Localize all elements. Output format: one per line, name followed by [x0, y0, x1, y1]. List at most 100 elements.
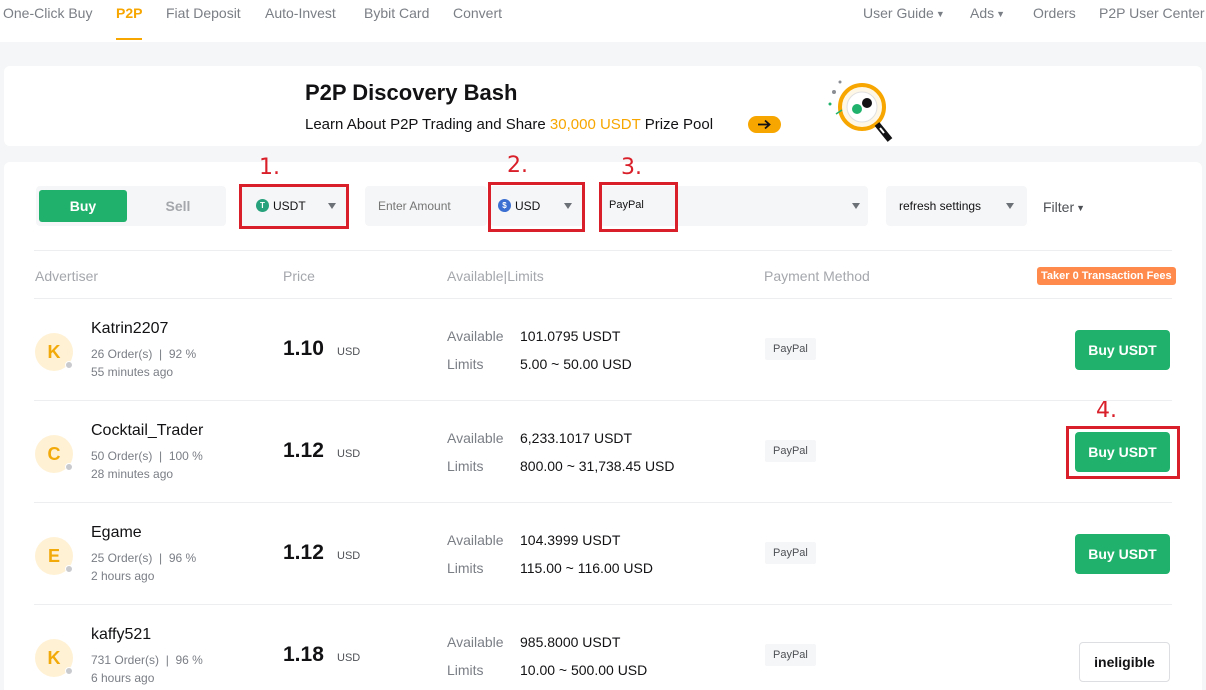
online-status-dot — [65, 565, 73, 573]
nav-user-guide-label: User Guide — [863, 5, 934, 21]
available-value: 985.8000 USDT — [520, 634, 621, 650]
available-label: Available — [447, 430, 504, 446]
nav-fiat-deposit[interactable]: Fiat Deposit — [166, 5, 241, 21]
order-count: 26 Order(s) — [91, 347, 153, 361]
limits-label: Limits — [447, 356, 484, 372]
nav-p2p[interactable]: P2P — [116, 5, 142, 21]
payment-method-tag: PayPal — [765, 644, 816, 666]
nav-user-guide[interactable]: User Guide ▼ — [863, 5, 945, 21]
banner-title: P2P Discovery Bash — [305, 80, 518, 105]
divider — [34, 604, 1172, 605]
buy-usdt-button[interactable]: Buy USDT — [1075, 330, 1170, 370]
available-value: 101.0795 USDT — [520, 328, 621, 344]
table-row: K Katrin2207 26 Order(s) | 92 % 55 minut… — [0, 300, 1206, 402]
available-value: 6,233.1017 USDT — [520, 430, 633, 446]
advertiser-stats: 26 Order(s) | 92 % — [91, 347, 197, 361]
advertiser-name[interactable]: kaffy521 — [91, 626, 151, 644]
avatar[interactable]: K — [35, 333, 73, 371]
ineligible-button[interactable]: ineligible — [1079, 642, 1170, 682]
order-count: 25 Order(s) — [91, 551, 153, 565]
annotation-box-1 — [239, 184, 349, 229]
advertiser-stats: 731 Order(s) | 96 % — [91, 653, 203, 667]
refresh-select-value: refresh settings — [899, 199, 982, 213]
online-status-dot — [65, 463, 73, 471]
avatar[interactable]: C — [35, 435, 73, 473]
divider — [34, 502, 1172, 503]
price-currency: USD — [337, 346, 361, 358]
banner-arrow-button[interactable] — [748, 116, 781, 133]
limits-label: Limits — [447, 662, 484, 678]
buy-sell-toggle: Buy Sell — [36, 186, 226, 226]
last-seen: 2 hours ago — [91, 569, 155, 583]
table-row: C Cocktail_Trader 50 Order(s) | 100 % 28… — [0, 402, 1206, 504]
buy-usdt-button[interactable]: Buy USDT — [1075, 534, 1170, 574]
chevron-down-icon: ▼ — [1076, 203, 1086, 213]
nav-ads-label: Ads — [970, 5, 995, 21]
header-payment-method: Payment Method — [764, 268, 870, 284]
completion-rate: 92 % — [168, 347, 197, 361]
annotation-label-2: 2. — [507, 153, 528, 178]
header-available-limits: Available|Limits — [447, 268, 544, 284]
avatar-initial: E — [47, 546, 60, 566]
price-value: 1.18 — [283, 643, 324, 666]
amount-input[interactable] — [365, 186, 487, 226]
buy-tab[interactable]: Buy — [39, 190, 127, 222]
nav-convert[interactable]: Convert — [453, 5, 502, 21]
promo-banner[interactable]: P2P Discovery Bash Learn About P2P Tradi… — [4, 66, 1202, 146]
last-seen: 6 hours ago — [91, 671, 155, 685]
annotation-label-3: 3. — [621, 155, 642, 180]
advertiser-name[interactable]: Egame — [91, 524, 142, 542]
avatar-initial: C — [47, 444, 61, 464]
price-value: 1.12 — [283, 541, 324, 564]
header-price: Price — [283, 268, 315, 284]
limits-value: 5.00 ~ 50.00 USD — [520, 356, 632, 372]
available-label: Available — [447, 532, 504, 548]
payment-method-tag: PayPal — [765, 542, 816, 564]
header-advertiser: Advertiser — [35, 268, 99, 284]
limits-label: Limits — [447, 458, 484, 474]
buy-usdt-button[interactable]: Buy USDT — [1075, 432, 1170, 472]
advertiser-name[interactable]: Cocktail_Trader — [91, 422, 203, 440]
table-row: K kaffy521 731 Order(s) | 96 % 6 hours a… — [0, 606, 1206, 690]
order-count: 50 Order(s) — [91, 449, 153, 463]
filter-label: Filter — [1043, 199, 1075, 215]
avatar-initial: K — [47, 342, 61, 362]
refresh-settings-select[interactable]: refresh settings — [886, 186, 1027, 226]
available-label: Available — [447, 328, 504, 344]
arrow-right-icon — [758, 119, 771, 130]
annotation-label-1: 1. — [259, 155, 280, 180]
last-seen: 55 minutes ago — [91, 365, 174, 379]
annotation-box-3 — [599, 182, 678, 232]
nav-ads[interactable]: Ads ▼ — [970, 5, 1005, 21]
top-navigation: One-Click Buy P2P Fiat Deposit Auto-Inve… — [0, 0, 1206, 42]
available-label: Available — [447, 634, 504, 650]
nav-p2p-user-center[interactable]: P2P User Center — [1099, 5, 1205, 21]
nav-orders[interactable]: Orders — [1033, 5, 1076, 21]
nav-auto-invest[interactable]: Auto-Invest — [265, 5, 336, 21]
table-row: E Egame 25 Order(s) | 96 % 2 hours ago 1… — [0, 504, 1206, 606]
advertiser-name[interactable]: Katrin2207 — [91, 320, 168, 338]
amount-input-wrapper — [365, 186, 487, 226]
taker-fee-badge: Taker 0 Transaction Fees — [1037, 267, 1176, 285]
limits-value: 800.00 ~ 31,738.45 USD — [520, 458, 675, 474]
limits-value: 10.00 ~ 500.00 USD — [520, 662, 648, 678]
completion-rate: 96 % — [175, 653, 203, 667]
magnifier-illustration-icon — [828, 80, 893, 142]
nav-one-click-buy[interactable]: One-Click Buy — [3, 5, 92, 21]
limits-value: 115.00 ~ 116.00 USD — [520, 560, 653, 576]
banner-prize-amount: 30,000 USDT — [549, 116, 641, 133]
avatar[interactable]: E — [35, 537, 73, 575]
order-count: 731 Order(s) — [91, 653, 160, 667]
payment-method-tag: PayPal — [765, 440, 816, 462]
payment-method-tag: PayPal — [765, 338, 816, 360]
nav-bybit-card[interactable]: Bybit Card — [364, 5, 429, 21]
sell-tab[interactable]: Sell — [138, 190, 218, 222]
price-currency: USD — [337, 550, 361, 562]
price-value: 1.10 — [283, 337, 324, 360]
banner-subtitle: Learn About P2P Trading and Share 30,000… — [305, 116, 713, 133]
advertiser-stats: 50 Order(s) | 100 % — [91, 449, 203, 463]
chevron-down-icon — [1006, 203, 1014, 209]
advertiser-stats: 25 Order(s) | 96 % — [91, 551, 197, 565]
filter-button[interactable]: Filter ▼ — [1043, 199, 1085, 215]
avatar[interactable]: K — [35, 639, 73, 677]
